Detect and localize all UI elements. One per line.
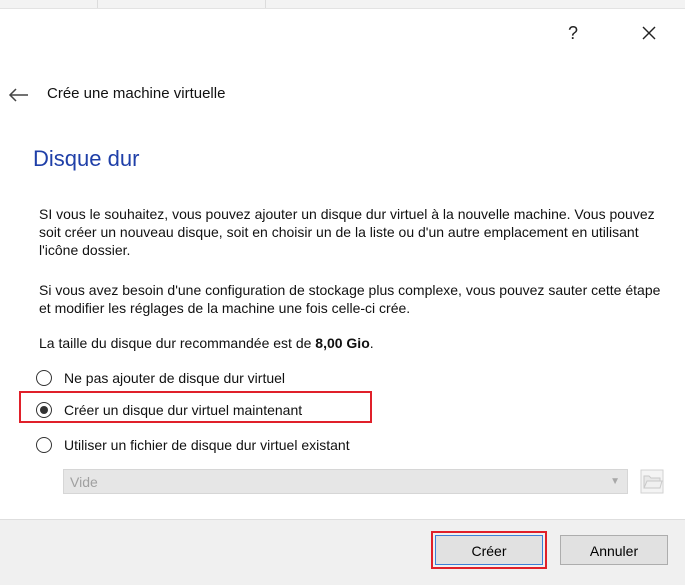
radio-no-disk[interactable]: Ne pas ajouter de disque dur virtuel [36,368,336,390]
recommended-size-suffix: . [369,335,374,351]
radio-label: Ne pas ajouter de disque dur virtuel [64,370,286,386]
wizard-title: Crée une machine virtuelle [47,85,226,102]
top-strip [0,0,685,9]
close-icon [642,26,656,40]
disk-select-value: Vide [70,474,98,490]
close-button[interactable] [634,19,664,47]
radio-label: Créer un disque dur virtuel maintenant [64,402,303,418]
intro-paragraph: SI vous le souhaitez, vous pouvez ajoute… [39,206,655,258]
create-button[interactable]: Créer [435,535,543,565]
radio-button[interactable] [36,370,52,386]
disk-file-select: Vide ▼ [63,469,628,494]
strip-divider [97,0,98,8]
folder-icon [640,469,664,494]
chevron-down-icon: ▼ [610,476,620,487]
radio-existing-disk[interactable]: Utiliser un fichier de disque dur virtue… [36,435,416,457]
advanced-storage-paragraph: Si vous avez besoin d'une configuration … [39,282,661,316]
recommended-size-value: 8,00 Gio [315,335,370,351]
back-arrow-icon [8,88,28,102]
radio-selected-dot [40,406,48,414]
cancel-button[interactable]: Annuler [560,535,668,565]
radio-create-disk[interactable]: Créer un disque dur virtuel maintenant [36,400,356,422]
radio-label: Utiliser un fichier de disque dur virtue… [64,437,350,453]
page-title: Disque dur [33,146,140,171]
recommended-size-prefix: La taille du disque dur recommandée est … [39,335,316,351]
help-button[interactable]: ? [558,19,588,47]
back-button[interactable] [6,84,32,106]
recommended-size-paragraph: La taille du disque dur recommandée est … [39,334,664,352]
strip-divider [265,0,266,8]
radio-button[interactable] [36,437,52,453]
choose-disk-file-button [638,466,666,496]
